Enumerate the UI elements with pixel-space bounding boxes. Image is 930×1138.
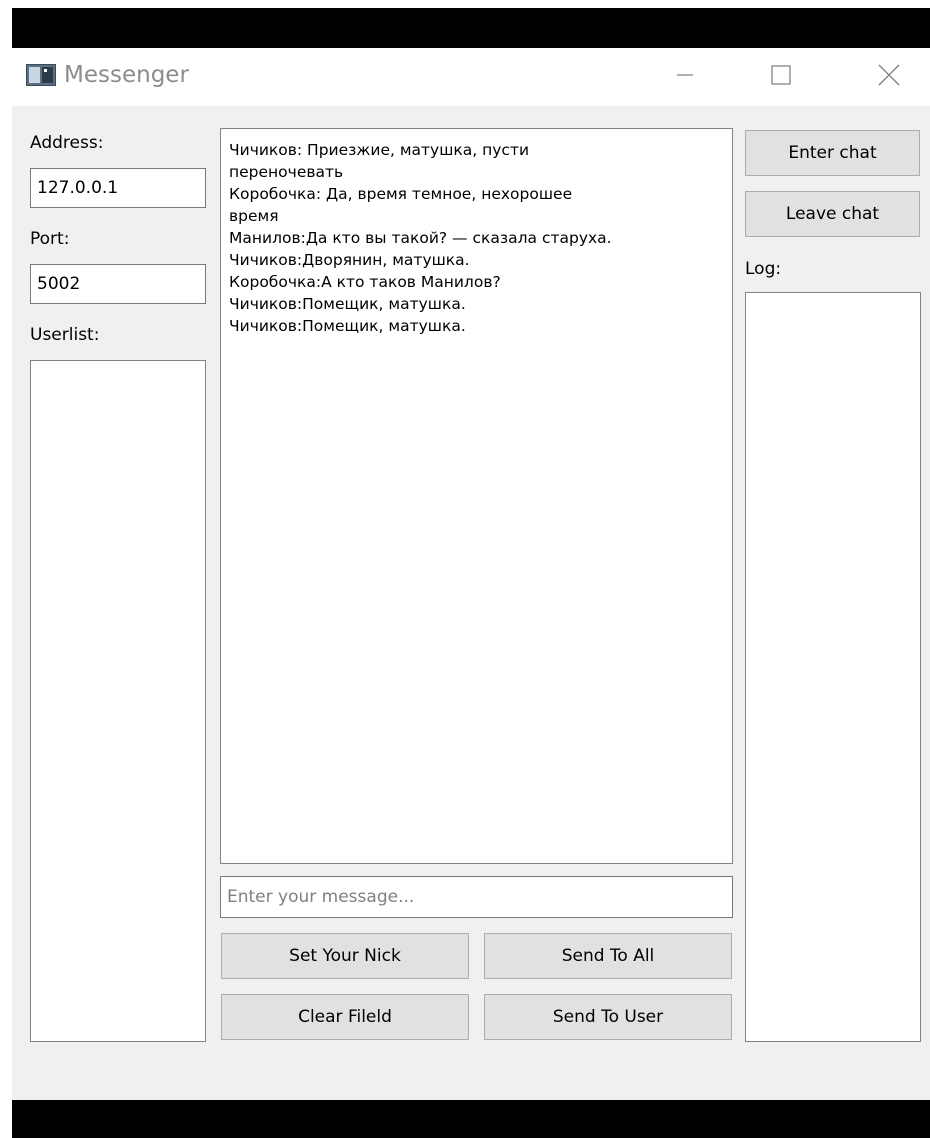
send-to-user-button[interactable]: Send To User xyxy=(484,994,732,1040)
chat-lines: Чичиков: Приезжие, матушка, пусти перено… xyxy=(229,139,729,337)
leave-chat-button[interactable]: Leave chat xyxy=(745,191,920,237)
userlist-label: Userlist: xyxy=(30,325,100,345)
close-button[interactable] xyxy=(860,48,918,106)
address-value: 127.0.0.1 xyxy=(37,178,119,198)
bottom-black-border xyxy=(12,1100,930,1138)
enter-chat-button[interactable]: Enter chat xyxy=(745,130,920,176)
app-window-icon xyxy=(26,64,56,86)
top-black-border xyxy=(12,8,930,48)
title-bar[interactable]: Messenger xyxy=(12,48,930,106)
chat-line: Чичиков:Помещик, матушка. xyxy=(229,317,466,335)
log-box[interactable] xyxy=(745,292,921,1042)
window-title: Messenger xyxy=(64,62,189,88)
userlist-box[interactable] xyxy=(30,360,206,1042)
set-nick-button[interactable]: Set Your Nick xyxy=(221,933,469,979)
chat-line: Чичиков: Приезжие, матушка, пусти xyxy=(229,141,530,159)
minimize-button[interactable] xyxy=(656,48,714,106)
address-field[interactable]: 127.0.0.1 xyxy=(30,168,206,208)
port-field[interactable]: 5002 xyxy=(30,264,206,304)
clear-field-button[interactable]: Clear Fileld xyxy=(221,994,469,1040)
maximize-icon xyxy=(770,64,792,90)
messenger-window: Messenger Address: 127.0.0.1 Port: 5002 … xyxy=(12,48,930,1100)
send-to-all-button[interactable]: Send To All xyxy=(484,933,732,979)
chat-line: переночевать xyxy=(229,163,344,181)
minimize-icon xyxy=(675,65,695,89)
port-label: Port: xyxy=(30,229,70,249)
chat-line: Чичиков:Дворянин, матушка. xyxy=(229,251,470,269)
chat-line: Коробочка:А кто таков Манилов? xyxy=(229,273,501,291)
log-label: Log: xyxy=(745,259,782,279)
address-label: Address: xyxy=(30,133,104,153)
chat-line: Чичиков:Помещик, матушка. xyxy=(229,295,466,313)
message-placeholder: Enter your message... xyxy=(227,887,415,907)
message-input[interactable]: Enter your message... xyxy=(220,876,733,918)
chat-line: Манилов:Да кто вы такой? — сказала стару… xyxy=(229,229,612,247)
screen: Messenger Address: 127.0.0.1 Port: 5002 … xyxy=(0,0,930,1138)
chat-line: Коробочка: Да, время темное, нехорошее xyxy=(229,185,573,203)
close-icon xyxy=(877,63,901,91)
port-value: 5002 xyxy=(37,274,81,294)
chat-history[interactable]: Чичиков: Приезжие, матушка, пусти перено… xyxy=(220,128,733,864)
maximize-button[interactable] xyxy=(752,48,810,106)
chat-line: время xyxy=(229,207,279,225)
